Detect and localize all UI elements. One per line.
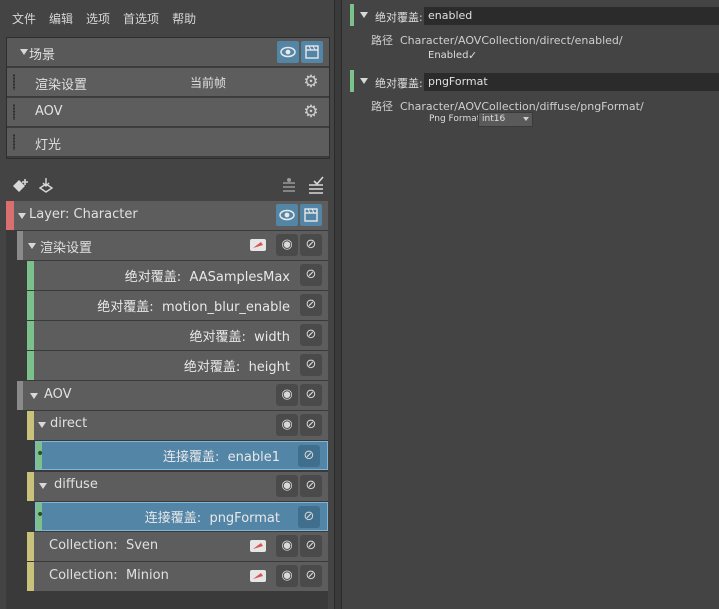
override-label: 连接覆盖: pngFormat (144, 511, 280, 526)
scene-row-value: 当前帧 (190, 76, 227, 90)
isolate-flag-icon[interactable] (249, 539, 267, 553)
disable-override-icon[interactable]: ⊘ (300, 475, 322, 497)
override-label: 连接覆盖: enable1 (163, 450, 280, 465)
menu-edit[interactable]: 编辑 (49, 10, 73, 27)
subcollection-diffuse[interactable]: diffuse ◉ ⊘ (27, 472, 328, 501)
override-row[interactable]: 绝对覆盖: width ⊘ (27, 321, 328, 350)
disable-override-icon[interactable]: ⊘ (298, 506, 320, 528)
isolate-flag-icon[interactable] (249, 569, 267, 583)
override-type-label: 绝对覆盖: (375, 11, 423, 24)
check-list-icon[interactable] (306, 176, 326, 196)
subcollection-direct[interactable]: direct ◉ ⊘ (27, 411, 328, 440)
disable-override-icon[interactable]: ⊘ (300, 384, 322, 406)
expand-triangle-icon[interactable] (18, 213, 26, 219)
scene-row-lights[interactable]: 灯光 (7, 128, 329, 157)
collapse-triangle-icon[interactable] (360, 12, 368, 18)
disable-override-icon[interactable]: ⊘ (300, 264, 322, 286)
panel-splitter[interactable] (334, 0, 342, 609)
isolate-flag-icon[interactable] (249, 238, 267, 252)
scene-row-label: 渲染设置 (35, 78, 88, 93)
override-name-field[interactable]: pngFormat (424, 73, 719, 91)
visibility-eye-icon[interactable] (277, 41, 299, 63)
disable-override-icon[interactable]: ⊘ (300, 234, 322, 256)
menu-preferences[interactable]: 首选项 (123, 10, 159, 27)
solo-target-icon[interactable]: ◉ (276, 535, 298, 557)
override-label: 绝对覆盖: motion_blur_enable (97, 300, 290, 315)
collapse-triangle-icon[interactable] (360, 78, 368, 84)
disable-override-icon[interactable]: ⊘ (300, 354, 322, 376)
collection-aov[interactable]: AOV ◉ ⊘ (23, 381, 328, 410)
override-row-pngformat[interactable]: • 连接覆盖: pngFormat ⊘ (35, 502, 328, 531)
disable-override-icon[interactable]: ⊘ (298, 445, 320, 467)
scene-row-label: 灯光 (35, 138, 62, 153)
png-format-select[interactable]: int16 (478, 112, 533, 127)
expand-triangle-icon[interactable] (30, 393, 38, 399)
disable-override-icon[interactable]: ⊘ (300, 324, 322, 346)
scene-row-render-settings[interactable]: 渲染设置 当前帧 ⚙ (7, 68, 329, 97)
solo-target-icon[interactable]: ◉ (276, 234, 298, 256)
create-layer-icon[interactable] (10, 176, 32, 196)
scene-row-aov[interactable]: AOV ⚙ (7, 98, 329, 127)
disable-override-icon[interactable]: ⊘ (300, 535, 322, 557)
override-row[interactable]: 绝对覆盖: height ⊘ (27, 351, 328, 380)
drag-grip-icon[interactable] (13, 134, 15, 150)
collection-render-settings[interactable]: 渲染设置 ◉ ⊘ (23, 231, 328, 260)
property-editor: 绝对覆盖: enabled 路径 Character/AOVCollection… (342, 0, 719, 609)
solo-target-icon[interactable]: ◉ (276, 565, 298, 587)
chevron-down-icon (523, 117, 529, 121)
collection-name: direct (50, 416, 88, 431)
collection-name: Collection: Sven (49, 538, 159, 553)
override-label: 绝对覆盖: width (189, 330, 291, 345)
drag-grip-icon[interactable] (13, 74, 15, 90)
attr-label: Png Format (429, 114, 481, 124)
gear-icon[interactable]: ⚙ (300, 71, 322, 93)
disable-override-icon[interactable]: ⊘ (300, 294, 322, 316)
expand-triangle-icon[interactable] (38, 422, 46, 428)
import-layer-icon[interactable] (36, 176, 58, 196)
disable-override-icon[interactable]: ⊘ (300, 414, 322, 436)
collection-name: Collection: Minion (49, 568, 169, 583)
visibility-eye-icon[interactable] (276, 204, 298, 226)
solo-target-icon[interactable]: ◉ (276, 384, 298, 406)
expand-triangle-icon[interactable] (28, 243, 36, 249)
layer-row-character[interactable]: Layer: Character (6, 201, 328, 230)
override-label: 绝对覆盖: height (183, 360, 290, 375)
render-clapper-icon[interactable] (300, 204, 322, 226)
override-row[interactable]: 绝对覆盖: AASamplesMax ⊘ (27, 261, 328, 290)
collection-name: diffuse (54, 477, 98, 492)
collection-name: 渲染设置 (40, 241, 93, 256)
override-row[interactable]: 绝对覆盖: motion_blur_enable ⊘ (27, 291, 328, 320)
layer-color-bar (6, 201, 14, 230)
menu-bar: 文件 编辑 选项 首选项 帮助 (0, 0, 334, 36)
enabled-checkbox[interactable]: ✓ (468, 49, 477, 62)
scene-title: 场景 (29, 48, 56, 63)
override-label: 绝对覆盖: AASamplesMax (124, 270, 290, 285)
collapse-triangle-icon[interactable] (20, 49, 28, 55)
override-type-label: 绝对覆盖: (375, 77, 423, 90)
render-clapper-icon[interactable] (301, 41, 323, 63)
override-row-enable1[interactable]: • 连接覆盖: enable1 ⊘ (35, 441, 328, 470)
scene-row-label: AOV (35, 104, 63, 119)
path-row: 路径 Character/AOVCollection/direct/enable… (371, 34, 623, 47)
collection-name: AOV (44, 387, 72, 402)
solo-target-icon[interactable]: ◉ (276, 414, 298, 436)
scene-header[interactable]: 场景 (7, 38, 329, 67)
collection-minion[interactable]: Collection: Minion ◉ ⊘ (27, 562, 328, 591)
override-name-field[interactable]: enabled (424, 7, 719, 25)
menu-help[interactable]: 帮助 (172, 10, 196, 27)
disable-override-icon[interactable]: ⊘ (300, 565, 322, 587)
layer-stack-icon[interactable] (279, 176, 299, 196)
render-setup-panel: 文件 编辑 选项 首选项 帮助 场景 渲染设置 当前帧 ⚙ AOV ⚙ 灯光 L… (0, 0, 334, 609)
attr-label: Enabled (428, 50, 469, 61)
layer-name: Layer: Character (29, 207, 138, 222)
gear-icon[interactable]: ⚙ (300, 101, 322, 123)
menu-file[interactable]: 文件 (12, 10, 36, 27)
drag-grip-icon[interactable] (13, 104, 15, 120)
collection-sven[interactable]: Collection: Sven ◉ ⊘ (27, 532, 328, 561)
menu-options[interactable]: 选项 (86, 10, 110, 27)
solo-target-icon[interactable]: ◉ (276, 475, 298, 497)
expand-triangle-icon[interactable] (39, 483, 47, 489)
scene-box: 场景 渲染设置 当前帧 ⚙ AOV ⚙ 灯光 (6, 37, 330, 159)
